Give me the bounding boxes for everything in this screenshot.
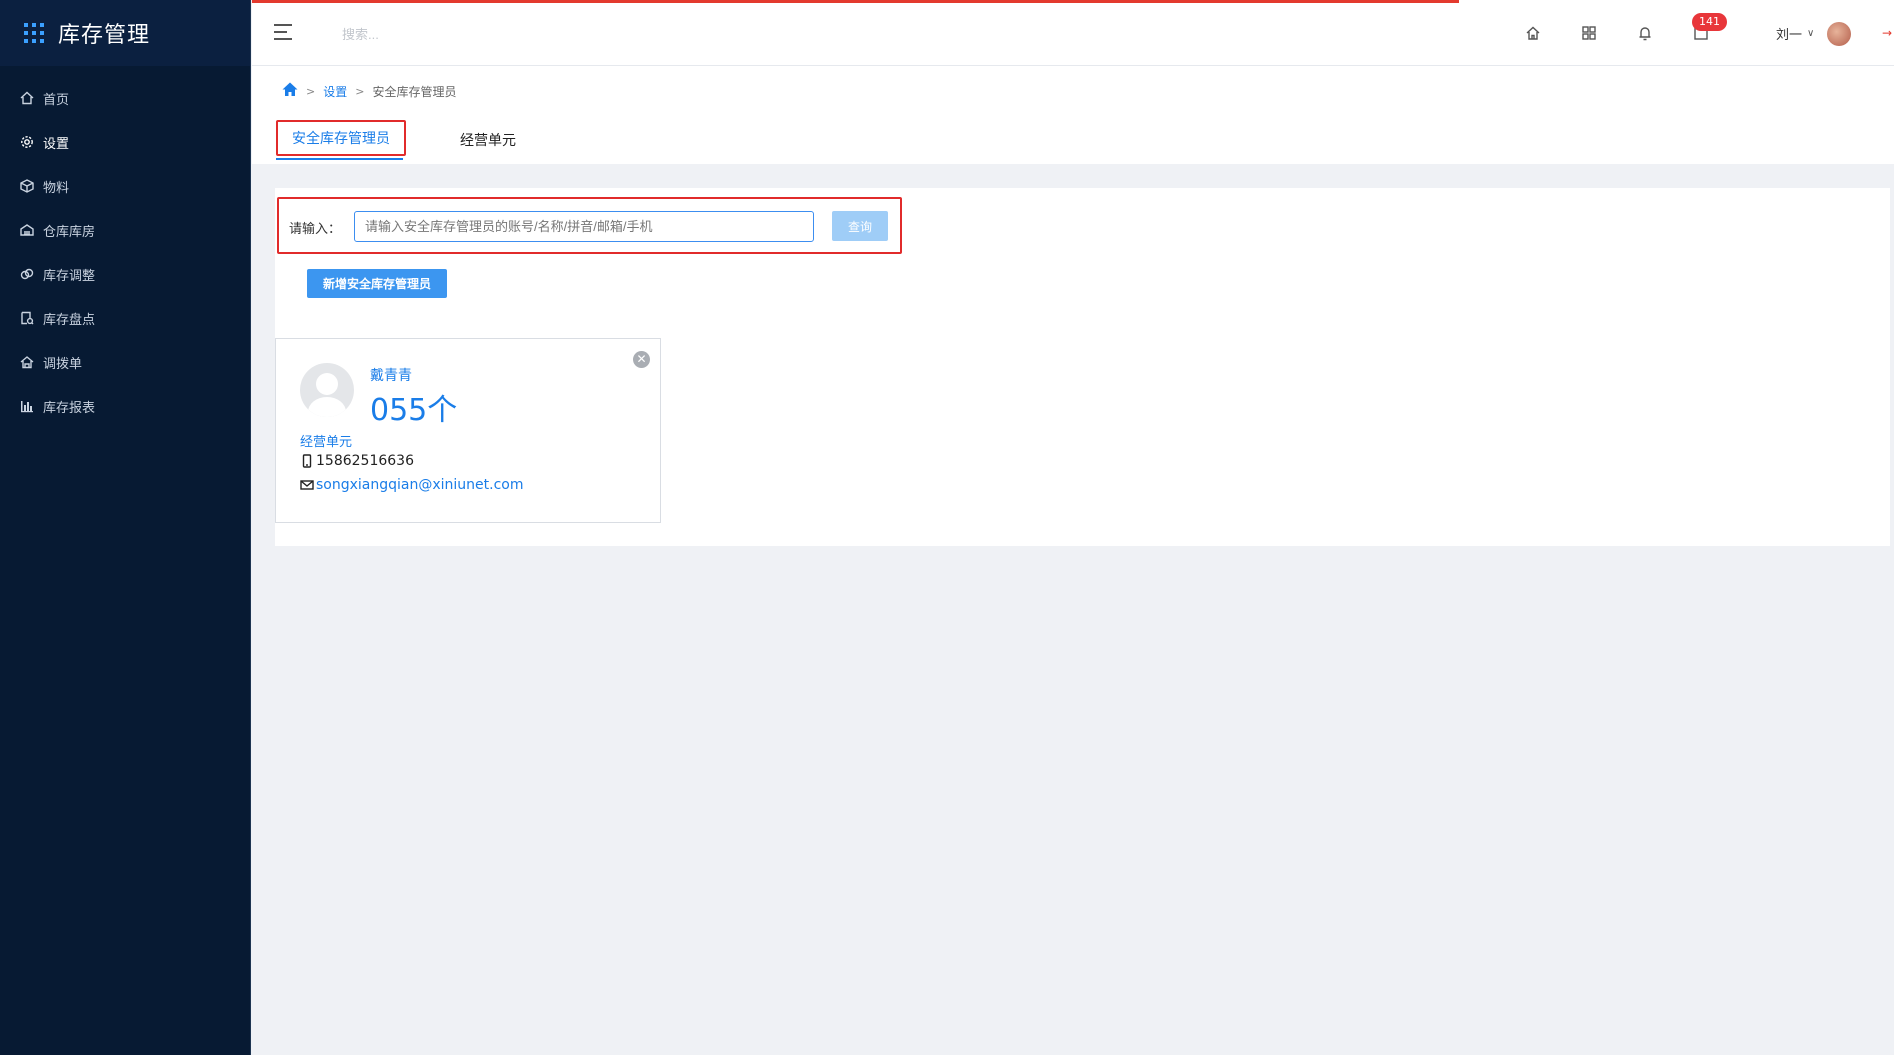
sidebar-item-label: 库存报表 [43,400,96,416]
breadcrumb-home-icon[interactable] [282,82,298,100]
sidebar-menu: 首页 设置 物料 仓库库房 库存调整 库存盘点 调拨单 库存报表 [0,76,250,428]
chevron-down-icon: ∨ [1807,28,1815,39]
home-icon[interactable] [1524,24,1542,42]
sidebar-item-label: 库存调整 [43,268,96,284]
sidebar-item-warehouse[interactable]: 仓库库房 [0,208,250,252]
app-grid-icon [24,23,44,43]
sidebar-item-label: 物料 [43,180,70,196]
cube-icon [20,179,34,193]
breadcrumb-separator: > [306,84,316,98]
inventory-check-icon [20,311,34,325]
email-address[interactable]: songxiangqian@xiniunet.com [316,477,524,493]
sidebar-item-stock-check[interactable]: 库存盘点 [0,296,250,340]
sidebar-item-home[interactable]: 首页 [0,76,250,120]
sidebar-item-settings[interactable]: 设置 [0,120,250,164]
global-search-input[interactable] [342,22,562,46]
manager-count: 055个 [370,393,458,428]
envelope-icon [300,478,314,492]
phone-icon [300,454,314,468]
user-avatar[interactable] [1827,22,1851,46]
close-icon[interactable]: ✕ [633,351,650,368]
sidebar-item-label: 设置 [43,136,70,152]
add-safety-stock-manager-button[interactable]: 新增安全库存管理员 [307,269,447,298]
sidebar-item-label: 库存盘点 [43,312,96,328]
phone-number: 15862516636 [316,453,414,469]
app-title: 库存管理 [58,23,151,48]
business-unit-link[interactable]: 经营单元 [300,431,352,450]
sidebar-item-report[interactable]: 库存报表 [0,384,250,428]
notification-badge: 141 [1692,13,1727,31]
page-header: > 设置 > 安全库存管理员 安全库存管理员 经营单元 [252,66,1894,164]
home-icon [20,91,34,105]
tab-business-unit[interactable]: 经营单元 [446,120,530,160]
search-form: 请输入： 查询 [277,197,902,254]
breadcrumb-separator: > [355,84,365,98]
manager-phone: 15862516636 [300,453,414,469]
bar-chart-icon [20,399,34,413]
content-panel: 请输入： 查询 新增安全库存管理员 戴青青 055个 经营单元 15862516… [275,188,1890,546]
manager-name[interactable]: 戴青青 [370,365,412,385]
breadcrumb: > 设置 > 安全库存管理员 [282,82,456,100]
menu-toggle-icon[interactable] [274,24,292,40]
manager-search-input[interactable] [354,211,814,242]
manager-email: songxiangqian@xiniunet.com [300,477,524,493]
apps-grid-icon[interactable] [1580,24,1598,42]
sidebar-item-materials[interactable]: 物料 [0,164,250,208]
overflow-arrow-icon[interactable]: → [1882,26,1894,40]
search-label: 请输入： [289,222,342,237]
breadcrumb-settings[interactable]: 设置 [323,83,347,100]
sidebar-item-transfer[interactable]: 调拨单 [0,340,250,384]
transfer-icon [20,355,34,369]
bell-icon[interactable] [1636,24,1654,42]
gear-icon [20,135,34,149]
query-button[interactable]: 查询 [832,211,888,241]
tab-safety-stock-manager[interactable]: 安全库存管理员 [276,120,406,156]
loading-progress-bar [252,0,1459,3]
user-menu[interactable]: 刘一 ∨ [1776,24,1814,43]
sidebar-item-label: 首页 [43,92,70,108]
warehouse-icon [20,223,34,237]
user-name: 刘一 [1776,28,1803,43]
sidebar: 库存管理 首页 设置 物料 仓库库房 库存调整 库存盘点 调拨单 库存报表 [0,0,251,1055]
breadcrumb-current: 安全库存管理员 [372,84,457,99]
sidebar-item-label: 仓库库房 [43,224,96,240]
sidebar-item-label: 调拨单 [43,356,83,372]
adjust-icon [20,267,34,281]
sidebar-item-stock-adjust[interactable]: 库存调整 [0,252,250,296]
manager-card: 戴青青 055个 经营单元 15862516636 songxiangqian@… [275,338,661,523]
brand[interactable]: 库存管理 [0,0,250,66]
active-tab-indicator [276,158,403,160]
avatar [300,363,354,417]
